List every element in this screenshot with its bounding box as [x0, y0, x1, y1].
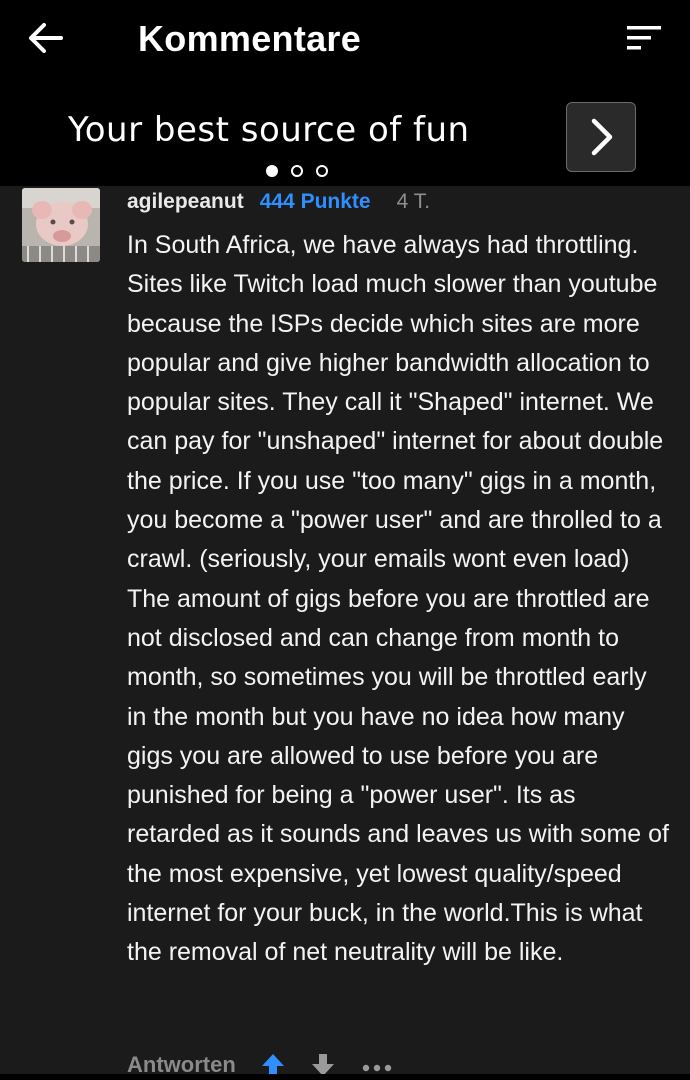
back-button[interactable] — [22, 16, 70, 60]
carousel-dot[interactable] — [291, 165, 303, 177]
comment-meta: agilepeanut 444 Punkte 4 T. — [127, 190, 430, 214]
carousel-dot-active[interactable] — [266, 165, 278, 177]
points-count: 444 Punkte — [259, 190, 371, 213]
banner-text: Your best source of fun — [68, 110, 470, 150]
avatar-image — [22, 188, 100, 262]
comment-item: agilepeanut 444 Punkte 4 T. In South Afr… — [0, 186, 690, 1080]
chevron-right-icon — [591, 118, 613, 156]
banner-carousel: Your best source of fun — [0, 80, 690, 186]
sort-button[interactable] — [620, 18, 668, 58]
avatar[interactable] — [22, 188, 100, 262]
sort-icon — [627, 26, 661, 50]
banner-next-button[interactable] — [566, 102, 636, 172]
carousel-dot[interactable] — [316, 165, 328, 177]
app-bar: Kommentare — [0, 0, 690, 80]
page-title: Kommentare — [138, 18, 362, 59]
username[interactable]: agilepeanut — [127, 190, 244, 214]
comment-age: 4 T. — [396, 190, 431, 213]
comment-text: In South Africa, we have always had thro… — [127, 231, 669, 967]
arrow-left-icon — [29, 23, 63, 53]
carousel-indicator — [266, 165, 328, 177]
comments-screen: Kommentare Your best source of fun agile… — [0, 0, 690, 1080]
bottom-edge — [0, 1074, 690, 1080]
